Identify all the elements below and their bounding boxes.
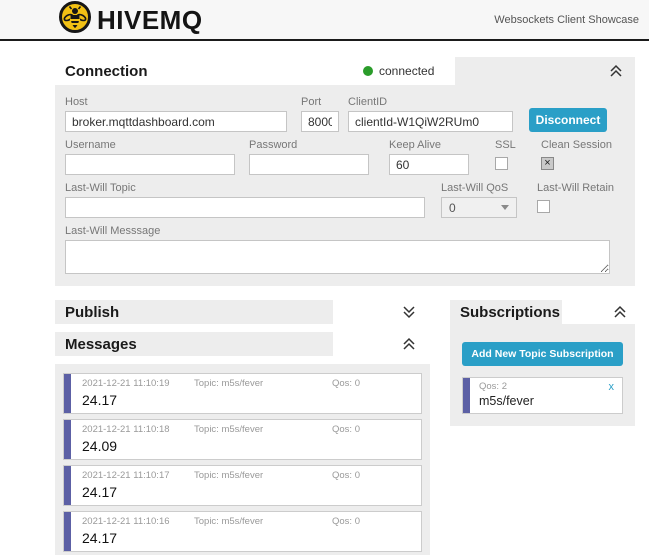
add-subscription-button[interactable]: Add New Topic Subscription xyxy=(462,342,623,366)
ssl-label: SSL xyxy=(495,139,533,151)
lastwill-retain-checkbox[interactable] xyxy=(537,200,550,213)
message-payload: 24.17 xyxy=(82,484,413,500)
message-topic: Topic: m5s/fever xyxy=(194,424,332,435)
port-label: Port xyxy=(301,96,339,108)
chevron-double-up-icon[interactable] xyxy=(613,305,627,319)
subscriptions-column: Subscriptions Add New Topic Subscription xyxy=(450,300,635,555)
main-content: Connection connected Host xyxy=(0,41,649,555)
host-input[interactable] xyxy=(65,111,287,132)
subscription-item[interactable]: Qos: 2 x m5s/fever xyxy=(462,377,623,414)
clean-session-label: Clean Session xyxy=(541,139,621,151)
clientid-label: ClientID xyxy=(348,96,513,108)
remove-subscription-button[interactable]: x xyxy=(609,381,615,393)
message-topic: Topic: m5s/fever xyxy=(194,378,332,389)
lastwill-qos-value: 0 xyxy=(449,201,456,215)
connection-status: connected xyxy=(355,57,455,85)
message-meta: 2021-12-21 11:10:19 Topic: m5s/fever Qos… xyxy=(82,378,413,389)
select-caret-icon xyxy=(501,205,509,210)
chevron-double-down-icon[interactable] xyxy=(402,305,416,319)
connection-form: Host Port ClientID Disconnect U xyxy=(55,85,635,286)
message-row[interactable]: 2021-12-21 11:10:19 Topic: m5s/fever Qos… xyxy=(63,373,422,414)
status-dot-icon xyxy=(363,66,373,76)
port-input[interactable] xyxy=(301,111,339,132)
connection-header-spacer xyxy=(455,57,635,85)
connection-title: Connection xyxy=(55,57,355,85)
message-payload: 24.17 xyxy=(82,530,413,546)
message-meta: 2021-12-21 11:10:18 Topic: m5s/fever Qos… xyxy=(82,424,413,435)
disconnect-button[interactable]: Disconnect xyxy=(529,108,607,132)
message-timestamp: 2021-12-21 11:10:18 xyxy=(82,424,194,435)
message-payload: 24.17 xyxy=(82,392,413,408)
keepalive-input[interactable] xyxy=(389,154,469,175)
ssl-checkbox[interactable] xyxy=(495,157,508,170)
message-row[interactable]: 2021-12-21 11:10:17 Topic: m5s/fever Qos… xyxy=(63,465,422,506)
publish-messages-column: Publish Messages xyxy=(55,300,430,555)
username-label: Username xyxy=(65,139,235,151)
status-label: connected xyxy=(379,64,434,78)
lastwill-message-textarea[interactable] xyxy=(65,240,610,274)
password-label: Password xyxy=(249,139,369,151)
lastwill-qos-label: Last-Will QoS xyxy=(441,182,517,194)
bee-logo-icon xyxy=(58,0,92,39)
subscriptions-header: Subscriptions xyxy=(450,300,635,324)
publish-header: Publish xyxy=(55,300,430,324)
chevron-double-up-icon[interactable] xyxy=(609,64,623,78)
app-header: HiveMQ Websockets Client Showcase xyxy=(0,0,649,41)
page: HiveMQ Websockets Client Showcase Connec… xyxy=(0,0,649,555)
connection-header: Connection connected xyxy=(55,57,635,85)
lastwill-topic-input[interactable] xyxy=(65,197,425,218)
password-input[interactable] xyxy=(249,154,369,175)
host-label: Host xyxy=(65,96,287,108)
header-subtitle: Websockets Client Showcase xyxy=(494,14,639,26)
subscription-topic: m5s/fever xyxy=(479,394,614,408)
messages-header: Messages xyxy=(55,332,430,356)
clientid-input[interactable] xyxy=(348,111,513,132)
lastwill-message-label: Last-Will Messsage xyxy=(65,225,610,237)
clean-session-checkbox[interactable] xyxy=(541,157,554,170)
subscriptions-title: Subscriptions xyxy=(450,300,562,324)
subscription-qos: Qos: 2 xyxy=(479,381,507,393)
brand-wordmark: HiveMQ xyxy=(97,7,203,33)
publish-title: Publish xyxy=(55,300,333,324)
message-meta: 2021-12-21 11:10:16 Topic: m5s/fever Qos… xyxy=(82,516,413,527)
messages-title: Messages xyxy=(55,332,333,356)
lastwill-topic-label: Last-Will Topic xyxy=(65,182,425,194)
message-qos: Qos: 0 xyxy=(332,470,360,481)
keepalive-label: Keep Alive xyxy=(389,139,469,151)
chevron-double-up-icon[interactable] xyxy=(402,337,416,351)
message-meta: 2021-12-21 11:10:17 Topic: m5s/fever Qos… xyxy=(82,470,413,481)
lastwill-qos-select[interactable]: 0 xyxy=(441,197,517,218)
message-payload: 24.09 xyxy=(82,438,413,454)
message-topic: Topic: m5s/fever xyxy=(194,516,332,527)
messages-list: 2021-12-21 11:10:19 Topic: m5s/fever Qos… xyxy=(55,364,430,555)
hivemq-logo: HiveMQ xyxy=(58,0,203,39)
message-qos: Qos: 0 xyxy=(332,424,360,435)
message-row[interactable]: 2021-12-21 11:10:16 Topic: m5s/fever Qos… xyxy=(63,511,422,552)
message-topic: Topic: m5s/fever xyxy=(194,470,332,481)
message-qos: Qos: 0 xyxy=(332,516,360,527)
message-qos: Qos: 0 xyxy=(332,378,360,389)
lastwill-retain-label: Last-Will Retain xyxy=(537,182,614,194)
message-row[interactable]: 2021-12-21 11:10:18 Topic: m5s/fever Qos… xyxy=(63,419,422,460)
connection-panel: Connection connected Host xyxy=(55,57,635,286)
message-timestamp: 2021-12-21 11:10:17 xyxy=(82,470,194,481)
message-timestamp: 2021-12-21 11:10:19 xyxy=(82,378,194,389)
username-input[interactable] xyxy=(65,154,235,175)
subscriptions-body: Add New Topic Subscription Qos: 2 x m5s/… xyxy=(450,324,635,426)
message-timestamp: 2021-12-21 11:10:16 xyxy=(82,516,194,527)
